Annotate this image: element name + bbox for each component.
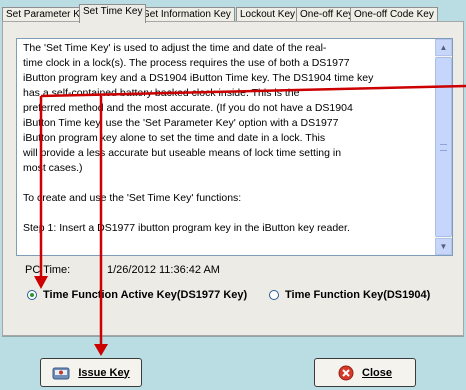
issue-key-label: Issue Key [78, 366, 130, 379]
red-x-close-icon [338, 365, 354, 381]
pc-time-value: 1/26/2012 11:36:42 AM [107, 264, 220, 276]
close-button[interactable]: Close [314, 358, 416, 387]
tab-one-off-code-key[interactable]: One-off Code Key [350, 7, 438, 22]
tab-strip: Set Parameter Key Set Time Key Get Infor… [0, 0, 466, 23]
radio-time-function-active-key[interactable]: Time Function Active Key(DS1977 Key) [27, 289, 247, 301]
tab-one-off-key[interactable]: One-off Key [296, 7, 358, 22]
scroll-up-icon[interactable]: ▲ [435, 39, 452, 56]
tab-set-time-key[interactable]: Set Time Key [79, 4, 147, 23]
issue-key-button[interactable]: Issue Key [40, 358, 142, 387]
separator [2, 336, 464, 339]
pc-time-label: PC Time: [25, 264, 71, 276]
radio-unselected-icon[interactable] [269, 290, 279, 300]
grip-icon [440, 144, 447, 151]
tab-lockout-key[interactable]: Lockout Key [236, 7, 300, 22]
instructions-textbox[interactable]: The 'Set Time Key' is used to adjust the… [16, 38, 453, 256]
set-time-key-panel: The 'Set Time Key' is used to adjust the… [2, 21, 464, 336]
close-label: Close [362, 366, 392, 379]
vertical-scrollbar[interactable]: ▲ ▼ [435, 39, 452, 255]
radio-selected-icon[interactable] [27, 290, 37, 300]
tab-get-information-key[interactable]: Get Information Key [138, 7, 235, 22]
scroll-down-icon[interactable]: ▼ [435, 238, 452, 255]
scroll-thumb[interactable] [435, 57, 452, 237]
key-reader-icon [52, 365, 70, 381]
radio-label: Time Function Key(DS1904) [285, 289, 431, 301]
instructions-text: The 'Set Time Key' is used to adjust the… [23, 42, 374, 234]
radio-label: Time Function Active Key(DS1977 Key) [43, 289, 248, 301]
radio-time-function-key[interactable]: Time Function Key(DS1904) [269, 289, 430, 301]
